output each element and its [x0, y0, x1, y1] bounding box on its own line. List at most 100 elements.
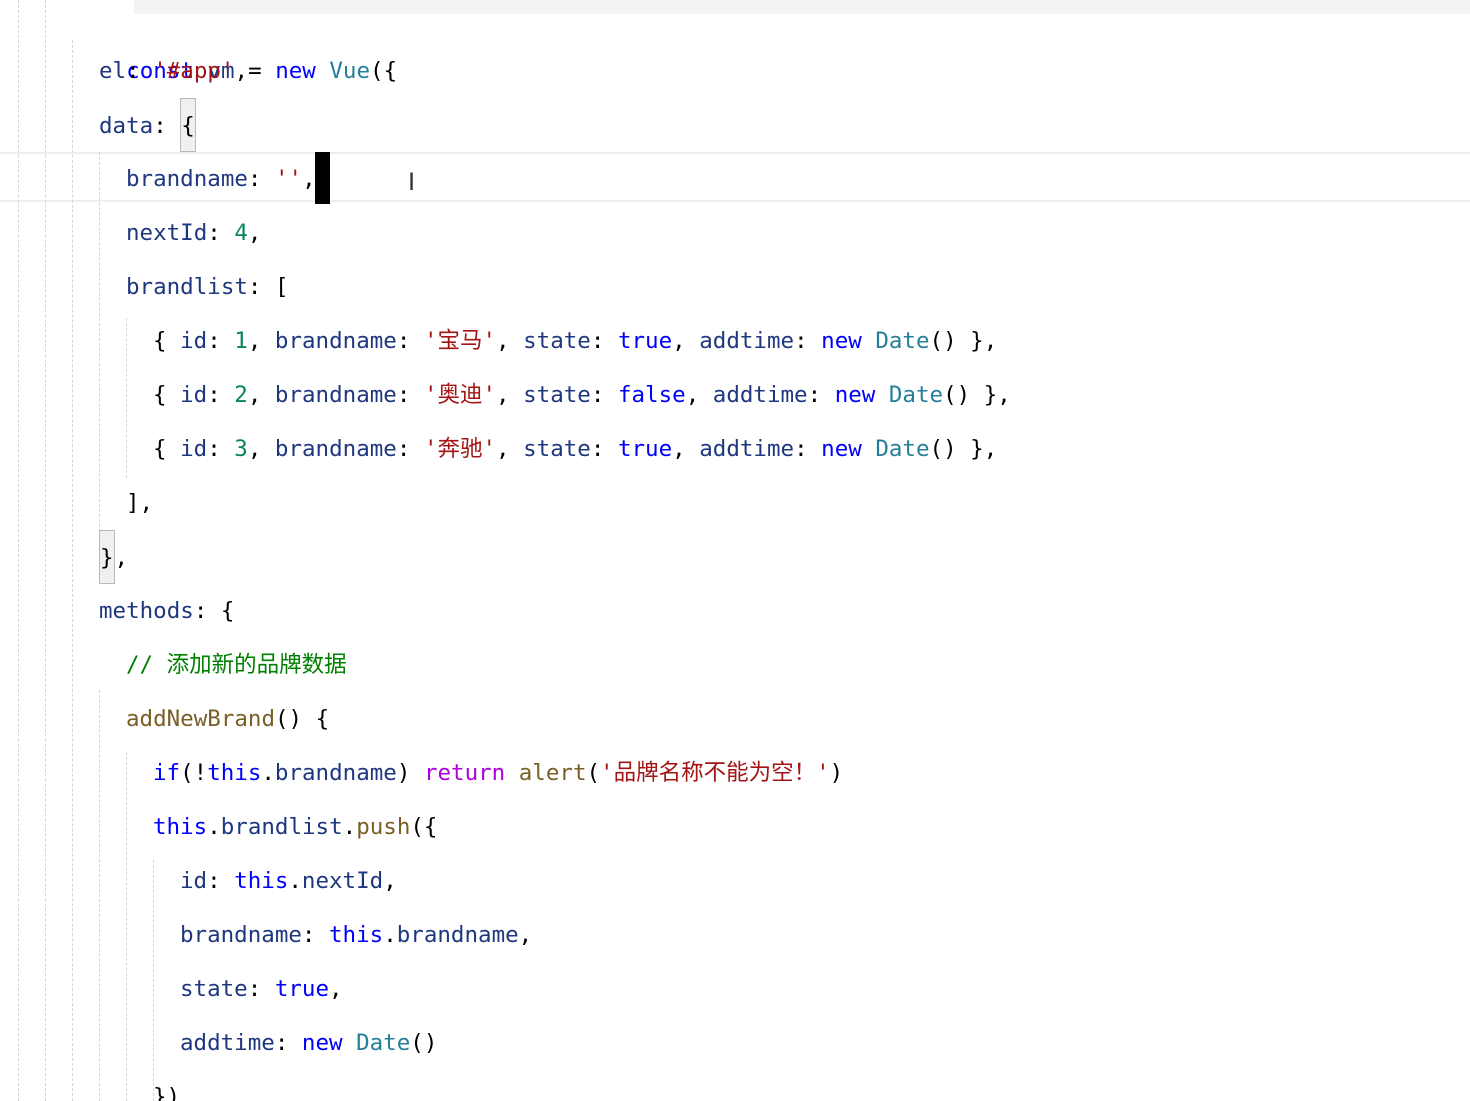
code-line[interactable]: addNewBrand() { [0, 692, 329, 746]
code-line[interactable]: }) [0, 1070, 180, 1101]
punctuation-token: : [301, 922, 330, 948]
property-token: brandlist [220, 814, 343, 840]
code-line[interactable]: data: { [0, 98, 196, 152]
property-token: brandname [126, 166, 248, 192]
punctuation-token: . [342, 814, 357, 840]
punctuation-token: , [672, 328, 700, 354]
punctuation-token: . [261, 760, 275, 786]
class-token: Date [356, 1030, 411, 1056]
code-line-brand-row[interactable]: { id: 2, brandname: '奥迪', state: false, … [0, 368, 1011, 422]
code-line[interactable]: nextId: 4, [0, 206, 261, 260]
punctuation-token: : [126, 58, 154, 84]
code-line[interactable]: }, [0, 530, 128, 584]
code-line[interactable]: brandname: this.brandname, [0, 908, 532, 962]
property-token: brandname [274, 760, 397, 786]
punctuation-token: : [207, 436, 235, 462]
code-line-brand-row[interactable]: { id: 1, brandname: '宝马', state: true, a… [0, 314, 997, 368]
property-token: id [180, 328, 208, 354]
property-token: state [523, 382, 591, 408]
code-line[interactable]: methods: { [0, 584, 234, 638]
punctuation-token: ) [829, 760, 844, 786]
property-token: methods [99, 598, 194, 624]
punctuation-token: . [383, 922, 397, 948]
keyword-token: new [834, 382, 876, 408]
punctuation-token: () { [275, 706, 330, 732]
keyword-token: new [821, 328, 862, 354]
punctuation-token: : [207, 382, 235, 408]
keyword-token: this [207, 760, 262, 786]
punctuation-token: : [247, 274, 276, 300]
punctuation-token: : [794, 436, 822, 462]
string-token: '' [275, 166, 303, 192]
property-token: nextId [301, 868, 384, 894]
punctuation-token: , [247, 328, 275, 354]
code-line[interactable]: state: true, [0, 962, 343, 1016]
property-token: addtime [712, 382, 808, 408]
code-line[interactable]: brandlist: [ [0, 260, 289, 314]
punctuation-token: (! [180, 760, 208, 786]
keyword-token: return [423, 760, 506, 786]
boolean-token: false [617, 382, 686, 408]
function-name-token: addNewBrand [126, 706, 276, 732]
keyword-token: if [153, 760, 181, 786]
punctuation-token: () }, [929, 436, 998, 462]
punctuation-token: , [302, 166, 316, 192]
class-token: Date [888, 382, 944, 408]
keyword-token: this [329, 922, 384, 948]
punctuation-token: [ [275, 274, 289, 300]
property-token: brandname [180, 922, 302, 948]
code-line-comment[interactable]: // 添加新的品牌数据 [0, 638, 347, 692]
punctuation-token: : [590, 436, 618, 462]
punctuation-token: : [207, 868, 235, 894]
punctuation-token: : [207, 328, 235, 354]
punctuation-token: : [807, 382, 835, 408]
function-name-token: alert [518, 760, 587, 786]
keyword-token: new [275, 58, 316, 84]
punctuation-token: : [396, 436, 424, 462]
code-line[interactable]: addtime: new Date() [0, 1016, 437, 1070]
punctuation-token: , [114, 545, 129, 571]
code-line[interactable]: el: '#app', [0, 44, 248, 98]
punctuation-token: { [220, 598, 235, 624]
class-token: Date [875, 328, 930, 354]
code-line[interactable]: this.brandlist.push({ [0, 800, 437, 854]
number-token: 3 [234, 436, 248, 462]
property-token: nextId [126, 220, 208, 246]
punctuation-token: : [794, 328, 822, 354]
i-beam-cursor-icon: I [408, 168, 416, 196]
property-token: brandname [274, 436, 397, 462]
string-token: '#app' [153, 58, 235, 84]
punctuation-token: , [247, 220, 262, 246]
punctuation-token: , [518, 922, 533, 948]
code-line-current[interactable]: brandname: '', [0, 152, 316, 206]
punctuation-token: { [153, 436, 181, 462]
punctuation-token: () }, [943, 382, 1011, 408]
text-caret [315, 152, 330, 204]
punctuation-token: , [672, 436, 700, 462]
property-token: brandlist [126, 274, 248, 300]
punctuation-token: : [207, 220, 235, 246]
punctuation-token: , [496, 382, 524, 408]
property-token: addtime [180, 1030, 275, 1056]
property-token: el [99, 58, 127, 84]
class-token: Date [875, 436, 930, 462]
function-name-token: push [356, 814, 411, 840]
code-line[interactable]: if(!this.brandname) return alert('品牌名称不能… [0, 746, 843, 800]
punctuation-token: : [193, 598, 221, 624]
code-line-brand-row[interactable]: { id: 3, brandname: '奔驰', state: true, a… [0, 422, 997, 476]
code-editor[interactable]: const vm = new Vue({ el: '#app', data: {… [0, 0, 1470, 1101]
property-token: brandname [396, 922, 519, 948]
code-line[interactable]: ], [0, 476, 153, 530]
boolean-token: true [274, 976, 330, 1002]
punctuation-token: : [153, 113, 181, 139]
property-token: addtime [699, 328, 795, 354]
punctuation-token: : [247, 976, 275, 1002]
keyword-token: this [234, 868, 289, 894]
keyword-token: new [301, 1030, 343, 1056]
code-line[interactable]: id: this.nextId, [0, 854, 397, 908]
code-line[interactable]: const vm = new Vue({ [0, 0, 397, 84]
punctuation-token: , [496, 436, 524, 462]
punctuation-token: : [590, 382, 618, 408]
punctuation-token: () }, [929, 328, 998, 354]
